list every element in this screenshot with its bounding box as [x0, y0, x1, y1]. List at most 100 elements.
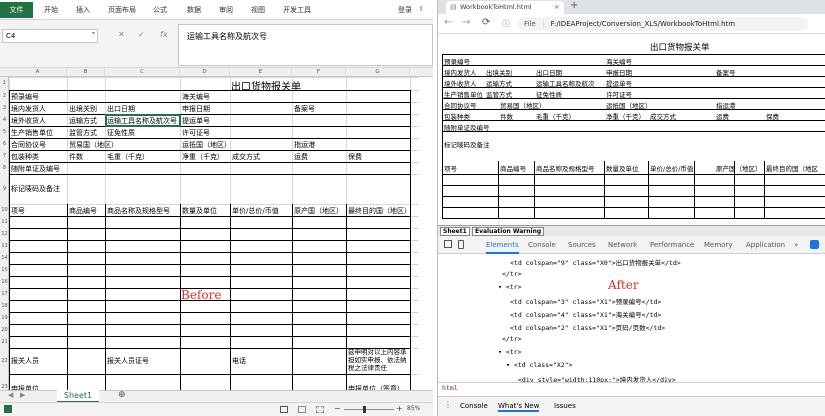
- dom-line[interactable]: </tr>: [502, 335, 522, 343]
- dom-line[interactable]: ▾ <tr>: [498, 348, 521, 356]
- tab-application[interactable]: Application: [746, 236, 785, 254]
- column-header-text: 商品名称及规格型号: [536, 165, 595, 173]
- drawer-tab-console[interactable]: Console: [460, 402, 488, 410]
- next-sheet-icon[interactable]: ▶: [20, 391, 25, 399]
- tab-insert[interactable]: 插入: [76, 2, 90, 18]
- close-tab-icon[interactable]: ×: [554, 1, 559, 14]
- tab-formulas[interactable]: 公式: [153, 2, 167, 18]
- col-header-b[interactable]: B: [67, 68, 105, 77]
- message-badge-icon[interactable]: [810, 240, 819, 249]
- dom-line[interactable]: <td colspan="4" class="X1">海关编号</td>: [510, 309, 661, 319]
- chevron-down-icon[interactable]: ▾: [92, 30, 95, 37]
- row-header[interactable]: 4: [0, 114, 9, 126]
- tab-sources[interactable]: Sources: [568, 236, 596, 254]
- inspect-icon[interactable]: [444, 240, 452, 248]
- col-header-g[interactable]: G: [346, 68, 410, 77]
- drawer-menu-icon[interactable]: ⋮: [444, 400, 452, 409]
- dom-line[interactable]: </tr>: [502, 270, 522, 278]
- login-link[interactable]: 登录: [398, 2, 412, 18]
- row-header[interactable]: 12: [0, 228, 9, 240]
- row-header[interactable]: 14: [0, 252, 9, 264]
- cancel-icon[interactable]: ✕: [118, 30, 125, 39]
- forward-icon[interactable]: →: [462, 17, 470, 28]
- reload-icon[interactable]: ⟳: [482, 17, 490, 28]
- tab-data[interactable]: 数据: [187, 2, 201, 18]
- col-header-e[interactable]: E: [230, 68, 292, 77]
- drawer-tab-issues[interactable]: Issues: [554, 402, 576, 410]
- tab-page-layout[interactable]: 页面布局: [108, 2, 136, 18]
- dom-line[interactable]: ▾ <tr>: [498, 283, 521, 291]
- row-header[interactable]: 5: [0, 126, 9, 138]
- name-box[interactable]: C4: [2, 29, 98, 43]
- dom-line[interactable]: <td colspan="3" class="X1">预录编号</td>: [510, 296, 661, 306]
- table-border: [534, 161, 535, 218]
- cell-text: 监管方式: [69, 129, 97, 137]
- col-header-d[interactable]: D: [180, 68, 230, 77]
- row-header[interactable]: 16: [0, 276, 9, 288]
- tab-view[interactable]: 视图: [251, 2, 265, 18]
- tab-network[interactable]: Network: [608, 236, 637, 254]
- row-header[interactable]: 7: [0, 150, 9, 162]
- row-header[interactable]: 21: [0, 336, 9, 348]
- row-header[interactable]: 17: [0, 288, 9, 300]
- tab-console[interactable]: Console: [528, 236, 556, 254]
- row-header[interactable]: 3: [0, 102, 9, 114]
- device-toolbar-icon[interactable]: [458, 240, 464, 249]
- check-icon[interactable]: ✓: [138, 30, 145, 39]
- cell-text: 征免性质: [536, 91, 562, 99]
- col-header-c[interactable]: C: [105, 68, 180, 77]
- row-header[interactable]: 15: [0, 264, 9, 276]
- zoom-slider[interactable]: [344, 409, 394, 410]
- col-header-f[interactable]: F: [292, 68, 346, 77]
- file-tab[interactable]: 文件: [0, 2, 33, 18]
- share-icon[interactable]: ⇪: [418, 5, 424, 13]
- col-header-a[interactable]: A: [9, 68, 67, 77]
- dom-line[interactable]: <td colspan="9" class="X0">出口货物报关单</td>: [510, 257, 681, 267]
- page-break-view-icon[interactable]: [316, 406, 324, 413]
- page-layout-view-icon[interactable]: [298, 406, 306, 413]
- row-header[interactable]: 19: [0, 312, 9, 324]
- row-header[interactable]: 20: [0, 324, 9, 336]
- tab-memory[interactable]: Memory: [704, 236, 732, 254]
- formula-input[interactable]: 运输工具名称及航次号: [178, 24, 433, 66]
- row-header[interactable]: 9: [0, 174, 9, 204]
- more-tabs-icon[interactable]: »: [794, 236, 798, 254]
- row-header[interactable]: 11: [0, 216, 9, 228]
- tab-developer[interactable]: 开发工具: [283, 2, 311, 18]
- dom-line[interactable]: <td colspan="2" class="X1">页码/页数</td>: [510, 322, 665, 332]
- add-sheet-icon[interactable]: ⊕: [118, 390, 126, 400]
- tab-home[interactable]: 开始: [44, 2, 58, 18]
- row-header[interactable]: 10: [0, 204, 9, 216]
- zoom-thumb[interactable]: [363, 406, 366, 413]
- zoom-in-icon[interactable]: +: [396, 404, 403, 413]
- sheet-link[interactable]: Sheet1: [440, 227, 470, 236]
- fx-icon[interactable]: fx: [160, 30, 168, 39]
- zoom-out-icon[interactable]: −: [334, 404, 341, 413]
- row-header[interactable]: 13: [0, 240, 9, 252]
- row-header[interactable]: 22: [0, 348, 9, 374]
- tab-elements[interactable]: Elements: [486, 236, 519, 254]
- back-icon[interactable]: ←: [444, 17, 452, 28]
- row-header[interactable]: 18: [0, 300, 9, 312]
- browser-tab[interactable]: ▤ WorkbookToHtml.html ×: [446, 1, 564, 14]
- sheet-content[interactable]: 出口货物报关单 预录编号 海关编号 境内发货人 出境关别 出口日期 申报日期 备案号 境外收货人…: [9, 77, 419, 390]
- tab-review[interactable]: 审阅: [219, 2, 233, 18]
- drawer-tab-whats-new[interactable]: What's New: [498, 402, 540, 412]
- new-tab-icon[interactable]: +: [570, 0, 578, 11]
- normal-view-icon[interactable]: [280, 406, 288, 413]
- info-icon[interactable]: ⓘ: [502, 18, 510, 29]
- dom-tree[interactable]: <td colspan="9" class="X0">出口货物报关单</td> …: [438, 255, 825, 384]
- row-header[interactable]: 8: [0, 162, 9, 174]
- url-input[interactable]: File | F:/IDEAProject/Conversion_XLS/Wor…: [518, 17, 808, 31]
- row-header[interactable]: 6: [0, 138, 9, 150]
- row-header[interactable]: 2: [0, 90, 9, 102]
- cell-text: 件数: [500, 113, 513, 121]
- cell-border: [9, 90, 10, 390]
- breadcrumb-html[interactable]: html: [442, 384, 458, 392]
- tab-performance[interactable]: Performance: [650, 236, 694, 254]
- row-header[interactable]: 1: [0, 77, 9, 90]
- prev-sheet-icon[interactable]: ◀: [8, 391, 13, 399]
- dom-line[interactable]: ▾ <td class="X2">: [506, 361, 573, 369]
- evaluation-warning-link[interactable]: Evaluation Warning: [472, 227, 545, 236]
- zoom-level[interactable]: 85%: [407, 405, 420, 412]
